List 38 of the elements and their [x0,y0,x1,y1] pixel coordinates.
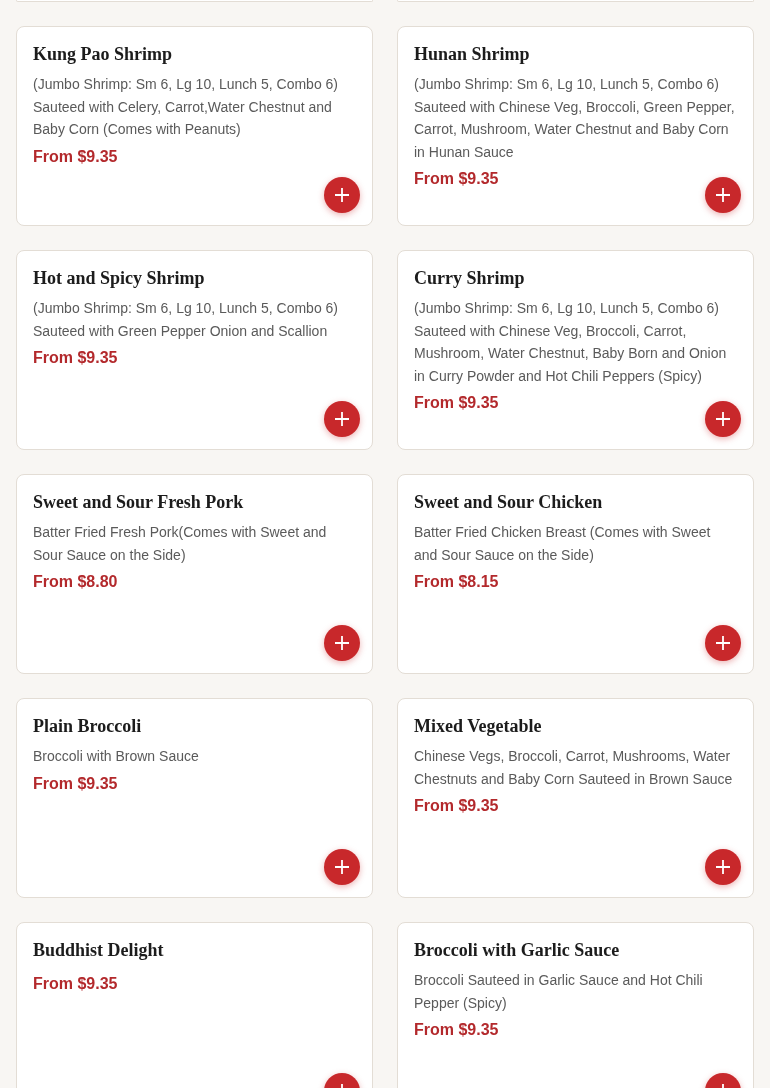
menu-item-card[interactable]: Sweet and Sour Fresh Pork Batter Fried Fresh Pork(Comes with Sweet and Sour Sauce on the Side) From $8.80 [16,474,373,674]
item-name: Plain Broccoli [33,715,143,737]
item-name: Broccoli with Garlic Sauce [414,939,621,961]
item-price: From $8.80 [33,572,118,592]
item-price: From $9.35 [414,393,499,413]
item-description: Batter Fried Chicken Breast (Comes with Sweet and Sour Sauce on the Side) [414,523,712,565]
menu-item-card[interactable]: Sweet and Sour Chicken Batter Fried Chicken Breast (Comes with Sweet and Sour Sauce on the Side) From $8.15 [397,474,754,674]
item-description: Broccoli Sauteed in Garlic Sauce and Hot Chili Pepper (Spicy) [414,971,704,1013]
menu-item-card[interactable]: Mixed Vegetable Chinese Vegs, Broccoli, Carrot, Mushrooms, Water Chestnuts and Baby Corn Sauteed in Brown Sauce From $9.35 [397,698,754,898]
menu-item-card[interactable]: Hot and Spicy Shrimp (Jumbo Shrimp: Sm 6, Lg 10, Lunch 5, Combo 6) Sauteed with Green Pepper Onion and Scallion From $9.35 [16,250,373,450]
item-name: Sweet and Sour Chicken [414,491,604,513]
item-description: Broccoli with Brown Sauce [33,747,200,766]
item-price: From $9.35 [33,773,118,794]
item-price: From $9.35 [414,796,499,816]
item-description: (Jumbo Shrimp: Sm 6, Lg 10, Lunch 5, Combo 6) Sauteed with Chinese Veg, Broccoli, Carrot, Mushroom, Water Chestnut, Baby Born and Onion in Curry Powder and Hot Chili Peppers (Spicy) [414,299,728,386]
menu-item-card[interactable]: Broccoli with Garlic Sauce Broccoli Sauteed in Garlic Sauce and Hot Chili Pepper (Spicy) From $9.35 [397,922,754,1088]
item-description: (Jumbo Shrimp: Sm 6, Lg 10, Lunch 5, Combo 6) Sauteed with Chinese Veg, Broccoli, Green Pepper, Carrot, Mushroom, Water Chestnut and Baby Corn in Hunan Sauce [414,75,736,162]
item-name: Hunan Shrimp [414,43,531,65]
item-name: Kung Pao Shrimp [33,43,174,65]
item-description: Chinese Vegs, Broccoli, Carrot, Mushrooms, Water Chestnuts and Baby Corn Sauteed in Brown Sauce [414,747,734,789]
item-price: From $9.35 [33,348,118,368]
item-price: From $9.35 [33,146,118,167]
item-price: From $9.35 [33,974,118,994]
item-description: Batter Fried Fresh Pork(Comes with Sweet and Sour Sauce on the Side) [33,523,328,565]
item-name: Buddhist Delight [33,939,165,961]
menu-item-card[interactable]: Buddhist Delight From $9.35 [16,922,373,1088]
item-description: (Jumbo Shrimp: Sm 6, Lg 10, Lunch 5, Combo 6) Sauteed with Green Pepper Onion and Scallion [33,299,340,341]
menu-item-card[interactable]: Plain Broccoli Broccoli with Brown Sauce From $9.35 [16,698,373,898]
item-price: From $9.35 [414,169,499,189]
item-description: (Jumbo Shrimp: Sm 6, Lg 10, Lunch 5, Combo 6) Sauteed with Celery, Carrot,Water Chestnut and Baby Corn (Comes with Peanuts) [33,75,340,139]
item-name: Mixed Vegetable [414,715,543,737]
menu-item-card[interactable]: Kung Pao Shrimp (Jumbo Shrimp: Sm 6, Lg 10, Lunch 5, Combo 6) Sauteed with Celery, Carrot,Water Chestnut and Baby Corn (Comes with Peanuts) From $9.35 [16,26,373,226]
item-price: From $8.15 [414,572,499,592]
item-name: Curry Shrimp [414,267,526,289]
menu-item-card[interactable]: Hunan Shrimp (Jumbo Shrimp: Sm 6, Lg 10, Lunch 5, Combo 6) Sauteed with Chinese Veg, Broccoli, Green Pepper, Carrot, Mushroom, Water Chestnut and Baby Corn in Hunan Sauce From $9.35 [397,26,754,226]
item-price: From $9.35 [414,1020,499,1040]
item-name: Hot and Spicy Shrimp [33,267,206,289]
item-name: Sweet and Sour Fresh Pork [33,491,245,513]
